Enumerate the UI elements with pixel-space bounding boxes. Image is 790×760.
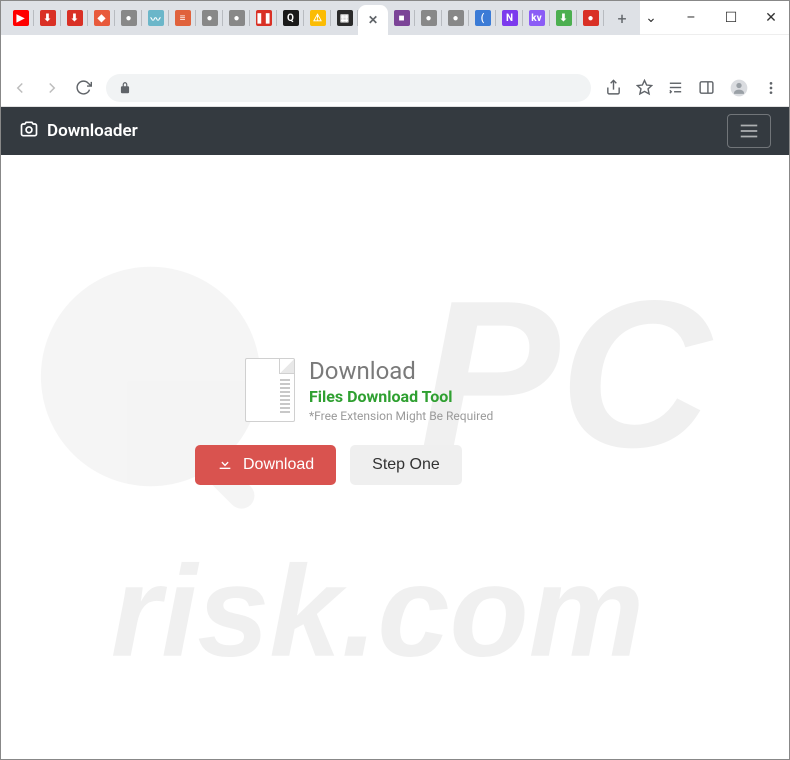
- bars-favicon-icon: ≡: [175, 10, 191, 26]
- tab-active-close[interactable]: ✕: [358, 5, 388, 35]
- camera-icon: [19, 119, 39, 144]
- tab-globe-1[interactable]: ●: [115, 4, 142, 32]
- tab-globe-2[interactable]: ●: [196, 4, 223, 32]
- wave-favicon-icon: 〰: [148, 10, 164, 26]
- tab-bars[interactable]: ≡: [169, 4, 196, 32]
- bookmark-icon[interactable]: [636, 79, 653, 96]
- active-close-favicon-icon: ✕: [365, 12, 381, 28]
- youtube-favicon-icon: ▶: [13, 10, 29, 26]
- forward-button[interactable]: [43, 79, 61, 97]
- tab-globe-3[interactable]: ●: [223, 4, 250, 32]
- tab-download-red-2[interactable]: ⬇: [61, 4, 88, 32]
- side-panel-icon[interactable]: [698, 79, 715, 96]
- dark-pattern-favicon-icon: ▦: [337, 10, 353, 26]
- globe-4-favicon-icon: ●: [421, 10, 437, 26]
- pause-favicon-icon: ❚❚: [256, 10, 272, 26]
- tab-pause[interactable]: ❚❚: [250, 4, 277, 32]
- crescent-favicon-icon: (: [475, 10, 491, 26]
- n-purple-favicon-icon: N: [502, 10, 518, 26]
- app-navbar: Downloader: [1, 107, 789, 155]
- reading-list-icon[interactable]: [667, 79, 684, 96]
- reload-button[interactable]: [75, 79, 92, 96]
- window-close-icon[interactable]: ✕: [761, 10, 781, 26]
- download-red-2-favicon-icon: ⬇: [67, 10, 83, 26]
- step-one-button[interactable]: Step One: [350, 445, 462, 485]
- download-red-1-favicon-icon: ⬇: [40, 10, 56, 26]
- tab-globe-4[interactable]: ●: [415, 4, 442, 32]
- new-tab-button[interactable]: +: [610, 6, 634, 30]
- tab-strip: ▶ ⬇ ⬇ ◆ ● 〰 ≡ ● ● ❚❚ Q ⚠ ▦ ✕ ■ ● ● ( Nkv ⬇ ● +: [1, 1, 640, 35]
- download-heading: Download: [309, 357, 493, 385]
- step-one-button-label: Step One: [372, 456, 440, 474]
- tab-q-icon[interactable]: Q: [277, 4, 304, 32]
- tab-purple[interactable]: ■: [388, 4, 415, 32]
- profile-icon[interactable]: [729, 78, 749, 98]
- lock-icon: [118, 81, 132, 95]
- tab-dark-pattern[interactable]: ▦: [331, 4, 358, 32]
- download-button-label: Download: [243, 456, 314, 474]
- download-green-favicon-icon: ⬇: [556, 10, 572, 26]
- q-icon-favicon-icon: Q: [283, 10, 299, 26]
- back-button[interactable]: [11, 79, 29, 97]
- record-favicon-icon: ●: [583, 10, 599, 26]
- window-dropdown-icon[interactable]: ⌄: [641, 10, 661, 26]
- center-panel: Download Files Download Tool *Free Exten…: [195, 357, 595, 485]
- globe-3-favicon-icon: ●: [229, 10, 245, 26]
- tab-wave[interactable]: 〰: [142, 4, 169, 32]
- zip-file-icon: [245, 358, 295, 422]
- tab-shield[interactable]: ◆: [88, 4, 115, 32]
- hamburger-button[interactable]: [727, 114, 771, 148]
- browser-toolbar: [1, 69, 789, 107]
- page-content: Downloader PC risk.com Download Files D: [1, 107, 789, 759]
- share-icon[interactable]: [605, 79, 622, 96]
- download-note: *Free Extension Might Be Required: [309, 409, 493, 423]
- download-subheading: Files Download Tool: [309, 387, 493, 406]
- tab-download-green[interactable]: ⬇: [550, 4, 577, 32]
- app-brand-label: Downloader: [47, 121, 138, 141]
- url-bar[interactable]: [106, 74, 591, 102]
- tab-warning[interactable]: ⚠: [304, 4, 331, 32]
- download-button[interactable]: Download: [195, 445, 336, 485]
- tab-download-red-1[interactable]: ⬇: [34, 4, 61, 32]
- kv-favicon-icon: kv: [529, 10, 545, 26]
- globe-1-favicon-icon: ●: [121, 10, 137, 26]
- tab-crescent[interactable]: (: [469, 4, 496, 32]
- window-minimize-icon[interactable]: –: [681, 10, 701, 26]
- tab-n-purple[interactable]: N: [496, 4, 523, 32]
- more-icon[interactable]: [763, 80, 779, 96]
- tab-globe-5[interactable]: ●: [442, 4, 469, 32]
- window-maximize-icon[interactable]: ☐: [721, 10, 741, 26]
- tab-record[interactable]: ●: [577, 4, 604, 32]
- svg-text:risk.com: risk.com: [111, 540, 644, 684]
- warning-favicon-icon: ⚠: [310, 10, 326, 26]
- shield-favicon-icon: ◆: [94, 10, 110, 26]
- download-icon: [217, 455, 233, 476]
- globe-5-favicon-icon: ●: [448, 10, 464, 26]
- tab-youtube[interactable]: ▶: [7, 4, 34, 32]
- globe-2-favicon-icon: ●: [202, 10, 218, 26]
- app-brand[interactable]: Downloader: [19, 119, 138, 144]
- tab-kv[interactable]: kv: [523, 4, 550, 32]
- purple-favicon-icon: ■: [394, 10, 410, 26]
